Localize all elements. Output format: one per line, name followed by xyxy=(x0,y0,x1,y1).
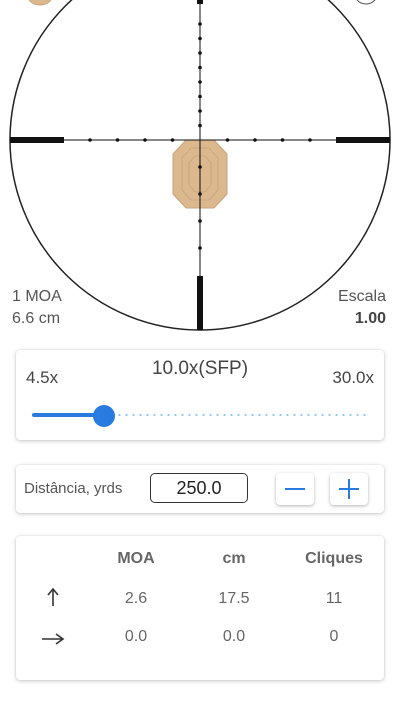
zoom-slider[interactable] xyxy=(32,405,368,427)
target-icon-partial xyxy=(28,0,52,6)
cell-vertical-cm: 17.5 xyxy=(218,590,250,607)
reticle-dot xyxy=(198,51,202,55)
slider-thumb[interactable] xyxy=(93,405,116,427)
reticle-dot xyxy=(198,22,202,26)
reticle-dot xyxy=(198,94,202,99)
arrow-up-icon xyxy=(47,587,59,606)
reticle-dot xyxy=(198,246,202,250)
plus-icon xyxy=(339,479,359,499)
reticle-dot xyxy=(198,80,202,84)
reticle-dot xyxy=(115,138,120,142)
minus-icon xyxy=(285,488,305,490)
distance-input[interactable] xyxy=(150,473,248,503)
reticle-dot xyxy=(198,36,202,41)
scope-icon-partial xyxy=(356,0,376,5)
reticle-dot xyxy=(198,123,202,128)
header-clicks: Cliques xyxy=(305,550,363,567)
cell-horizontal-clicks: 0 xyxy=(329,628,339,645)
reticle-dot xyxy=(198,192,202,196)
arrow-right-icon xyxy=(42,633,65,645)
distance-label: Distância, yrds xyxy=(24,480,123,497)
reticle-dot xyxy=(308,138,312,142)
reticle-dot xyxy=(280,138,285,142)
decrease-distance-button[interactable] xyxy=(276,473,314,505)
cell-horizontal-cm: 0.0 xyxy=(222,628,246,645)
scale-label: Escala xyxy=(337,288,386,305)
reticle-dot xyxy=(198,219,202,223)
header-cm: cm xyxy=(222,550,246,567)
reticle-dot xyxy=(143,138,147,142)
moa-value: 6.6 cm xyxy=(12,310,61,327)
zoom-current-label: 10.0x(SFP) xyxy=(151,358,249,379)
reticle-dot xyxy=(198,65,202,70)
cell-vertical-clicks: 11 xyxy=(325,590,343,607)
reticle-dot xyxy=(198,165,202,169)
reticle-dot xyxy=(170,138,175,142)
moa-info: 1 MOA 6.6 cm xyxy=(12,286,62,330)
moa-label: 1 MOA xyxy=(12,288,62,305)
scale-info: Escala 1.00 xyxy=(338,286,386,330)
distance-card: Distância, yrds xyxy=(16,465,384,513)
header-moa: MOA xyxy=(117,550,155,567)
reticle-dot xyxy=(198,109,202,113)
correction-table: MOA cm Cliques 2.6 17.5 11 0.0 0.0 0 xyxy=(16,536,384,680)
cell-vertical-moa: 2.6 xyxy=(124,590,148,607)
increase-distance-button[interactable] xyxy=(330,473,368,505)
zoom-card: 4.5x 10.0x(SFP) 30.0x xyxy=(16,350,384,440)
scale-value: 1.00 xyxy=(354,310,386,327)
zoom-max-label: 30.0x xyxy=(332,368,374,387)
reticle-dot xyxy=(225,138,230,142)
reticle-dot xyxy=(88,138,92,142)
reticle-dot xyxy=(253,138,257,142)
cell-horizontal-moa: 0.0 xyxy=(124,628,148,645)
